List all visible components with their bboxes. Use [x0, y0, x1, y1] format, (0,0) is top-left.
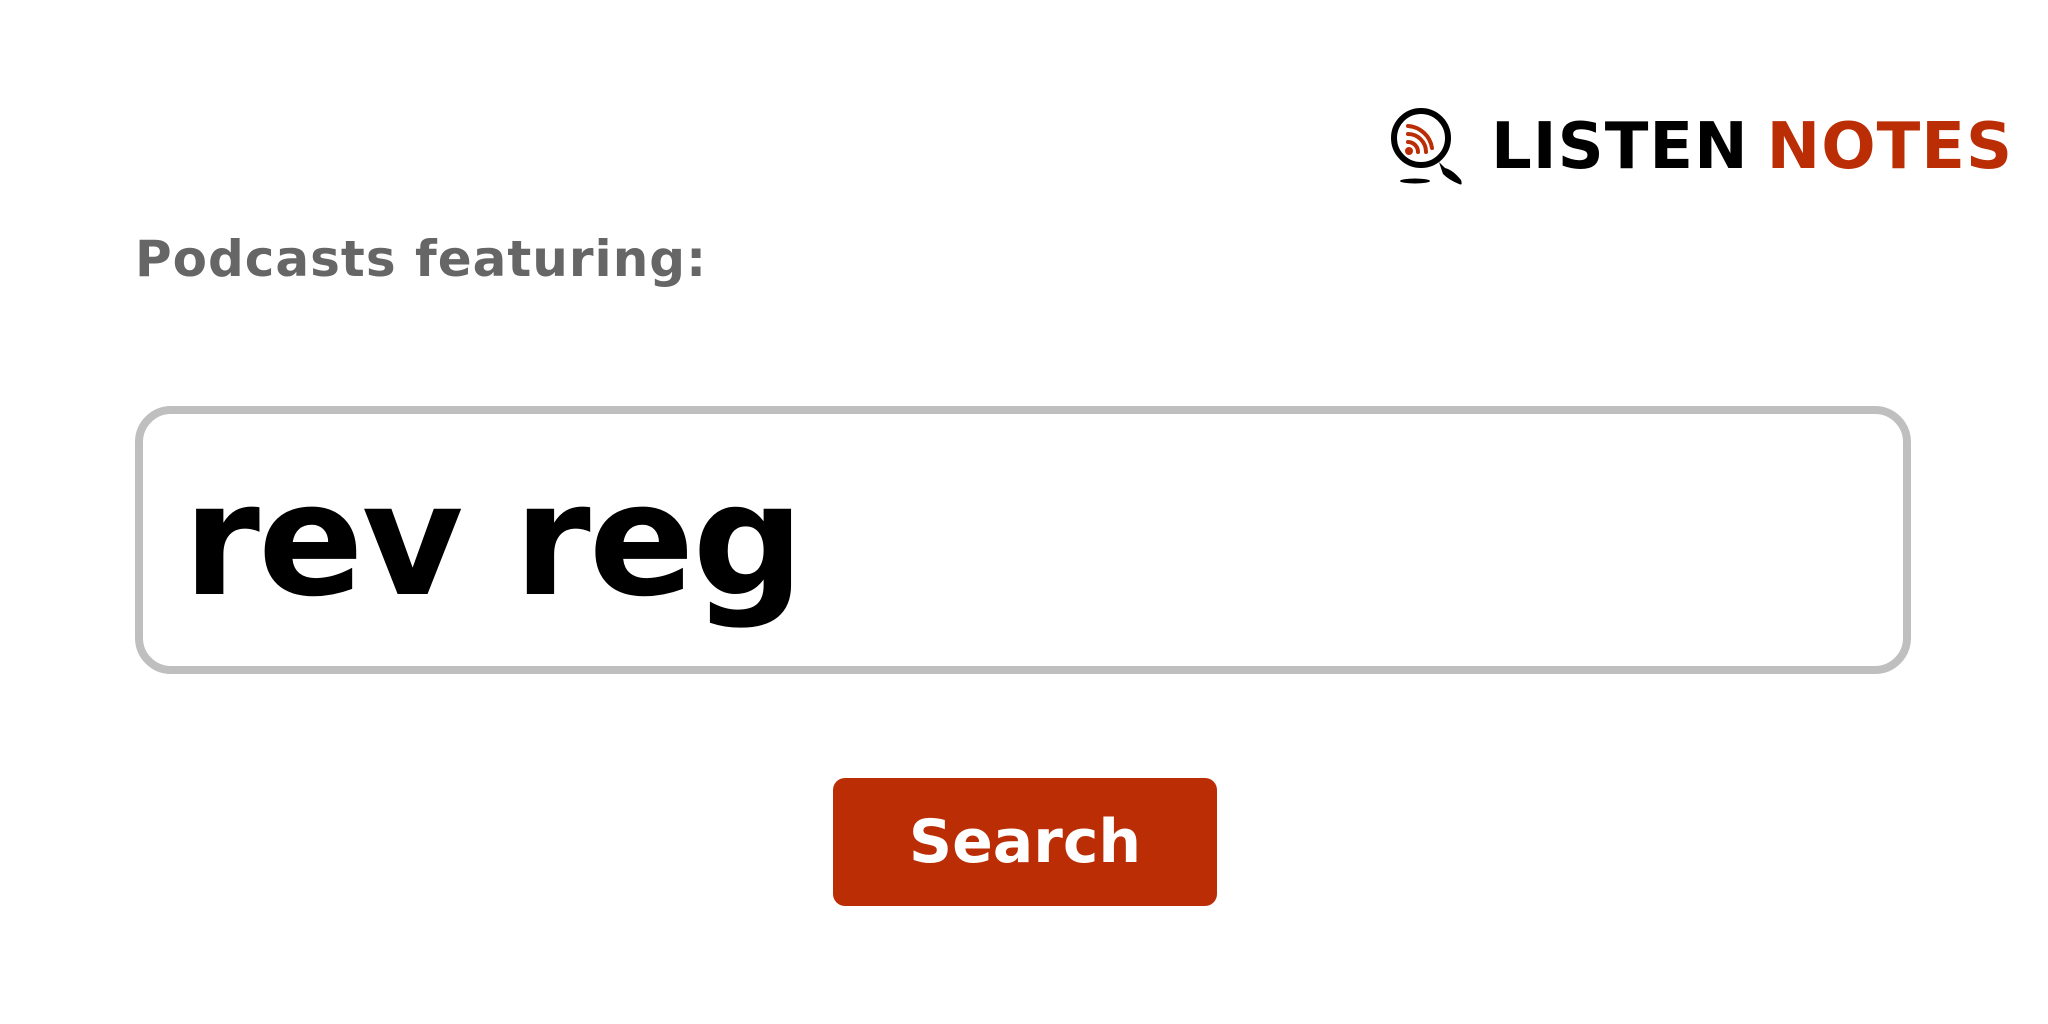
podcast-search-magnifier-icon	[1391, 108, 1462, 185]
podcasts-featuring-label: Podcasts featuring:	[135, 230, 708, 288]
search-button[interactable]: Search	[833, 778, 1217, 906]
logo-word-listen: LISTEN	[1491, 110, 1749, 184]
search-box[interactable]	[135, 406, 1911, 674]
logo-word-notes: NOTES	[1766, 110, 2014, 184]
listen-notes-logo[interactable]: LISTEN NOTES	[1387, 104, 2013, 190]
logo-wordmark: LISTEN NOTES	[1491, 115, 2013, 179]
search-input[interactable]	[143, 414, 1903, 666]
